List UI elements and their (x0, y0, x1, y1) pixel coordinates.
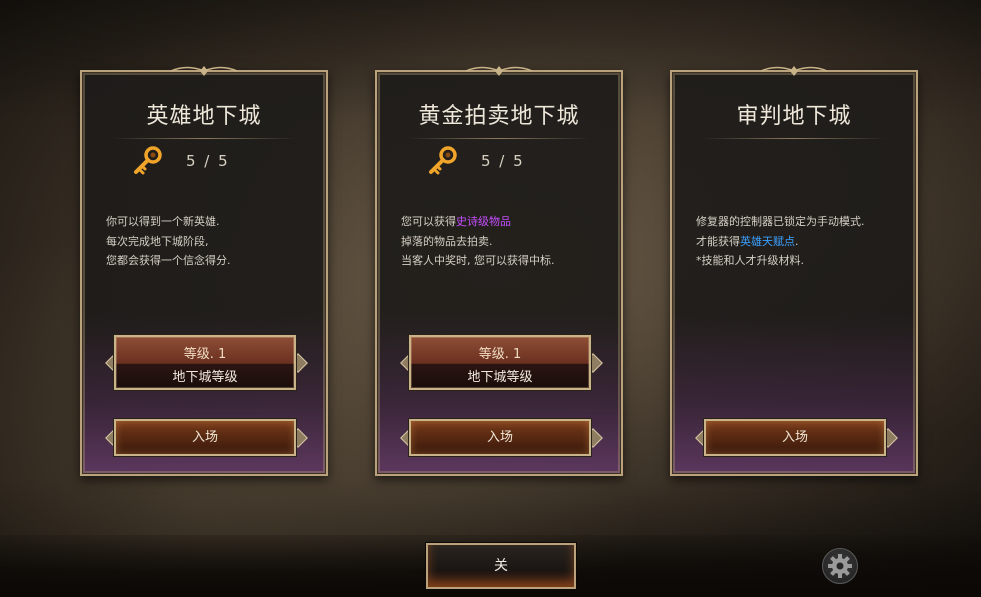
card-title: 黄金拍卖地下城 (418, 104, 580, 129)
hero-dungeon-card: 英雄地下城 5 / 5 你可以得到一个新英雄. 每次完成地下城阶段, 您都会获得… (80, 66, 328, 476)
title-divider (702, 138, 886, 139)
card-title: 审判地下城 (736, 104, 852, 129)
ornament-icon (465, 66, 533, 76)
level-label: 等级. 1 (478, 347, 522, 362)
card-description: 您可以获得史诗级物品 掉落的物品去拍卖. 当客人中奖时, 您可以获得中标. (401, 212, 607, 271)
judgment-dungeon-card: 审判地下城 修复器的控制器已锁定为手动模式. 才能获得英雄天赋点. *技能和人才… (670, 66, 918, 476)
card-description: 修复器的控制器已锁定为手动模式. 才能获得英雄天赋点. *技能和人才升级材料. (696, 212, 902, 271)
ornament-icon (170, 66, 238, 76)
dungeon-level-box: 等级. 1 地下城等级 (409, 335, 591, 390)
level-caption: 地下城等级 (467, 370, 533, 385)
gear-icon (828, 554, 852, 578)
level-caption: 地下城等级 (172, 370, 238, 385)
desc-line: 修复器的控制器已锁定为手动模式. (696, 215, 865, 228)
desc-line: *技能和人才升级材料. (696, 254, 804, 267)
desc-line: 你可以得到一个新英雄. (106, 215, 220, 228)
epic-item-highlight: 史诗级物品 (456, 215, 511, 228)
enter-button[interactable]: 入场 (409, 419, 591, 456)
card-title: 英雄地下城 (146, 104, 262, 129)
desc-line: 当客人中奖时, 您可以获得中标. (401, 254, 555, 267)
dungeon-level-box: 等级. 1 地下城等级 (114, 335, 296, 390)
desc-line: 您可以获得史诗级物品 (401, 215, 511, 228)
key-row: 5 / 5 (130, 144, 230, 178)
enter-button[interactable]: 入场 (114, 419, 296, 456)
ornament-icon (760, 66, 828, 76)
desc-line: 才能获得英雄天赋点. (696, 234, 799, 248)
level-label: 等级. 1 (183, 347, 227, 362)
key-row: 5 / 5 (425, 144, 525, 178)
key-count: 5 / 5 (481, 152, 525, 170)
gold-auction-dungeon-card: 黄金拍卖地下城 5 / 5 您可以获得史诗级物品 掉落的物品去拍卖. 当客人中奖… (375, 66, 623, 476)
desc-line: 每次完成地下城阶段, (106, 234, 209, 248)
title-divider (407, 138, 591, 139)
desc-line: 您都会获得一个信念得分. (106, 254, 231, 267)
key-count: 5 / 5 (186, 152, 230, 170)
title-divider (112, 138, 296, 139)
close-button[interactable]: 关 (426, 543, 576, 589)
desc-line: 掉落的物品去拍卖. (401, 234, 493, 248)
hero-talent-highlight: 英雄天赋点 (740, 234, 795, 248)
key-icon (429, 146, 457, 175)
enter-button[interactable]: 入场 (704, 419, 886, 456)
settings-button[interactable] (822, 548, 858, 584)
card-description: 你可以得到一个新英雄. 每次完成地下城阶段, 您都会获得一个信念得分. (106, 212, 312, 271)
key-icon (134, 146, 162, 175)
